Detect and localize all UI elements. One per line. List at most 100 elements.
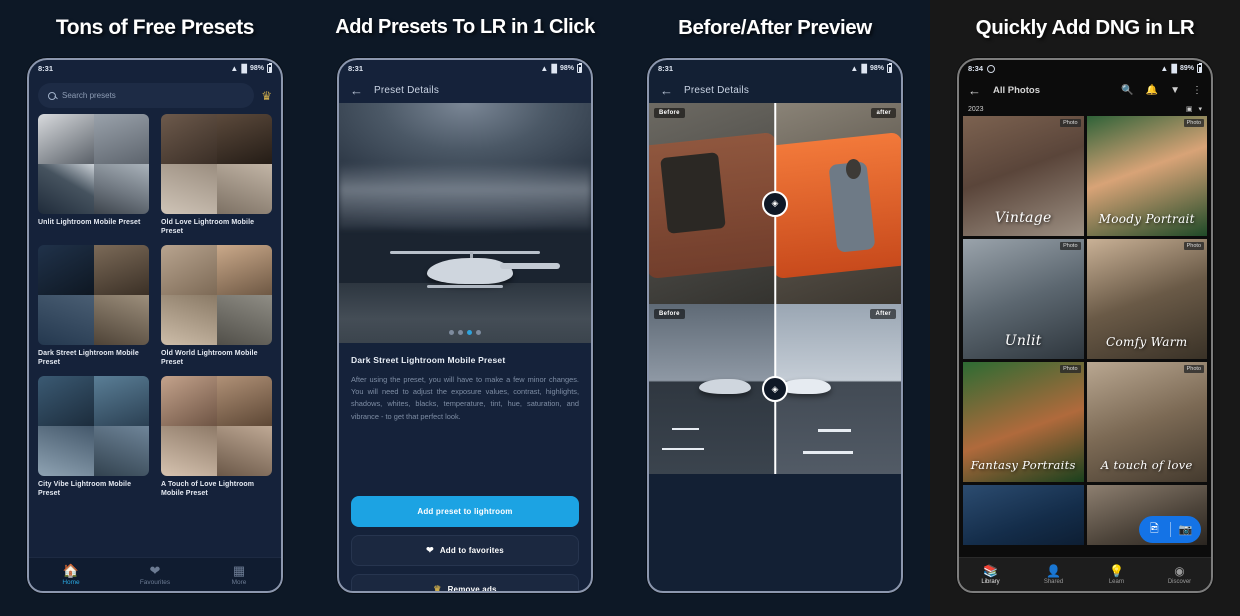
panel-add-presets-to-lr: Add Presets To LR in 1 Click 8:31 ▲ █ 98… [310, 0, 620, 616]
remove-ads-button[interactable]: ♛ Remove ads [351, 574, 579, 593]
photo-cell[interactable]: Photo Comfy Warm [1086, 239, 1207, 359]
tab-library[interactable]: 📚 Library [959, 563, 1022, 585]
wifi-icon: ▲ [230, 63, 239, 73]
app-bar-icons: 🔍 🔔 ▼ ⋮ [1121, 85, 1202, 96]
compare-handle-icon[interactable]: ◈ [762, 376, 788, 402]
carousel-dots[interactable] [449, 330, 481, 335]
button-label: Add preset to lightroom [417, 507, 513, 516]
preset-thumbnail [38, 375, 149, 476]
photo-cell[interactable]: Photo A touch of love [1086, 362, 1207, 482]
status-bar: 8:31 ▲ █ 98% [649, 60, 901, 77]
grid-icon: ▦ [232, 562, 246, 578]
tab-discover[interactable]: ◉ Discover [1148, 564, 1211, 585]
year-label: 2023 [968, 105, 984, 113]
add-photos-fab[interactable]: 🖻 📷 [1139, 516, 1201, 543]
preset-name: A Touch of Love Lightroom Mobile Preset [161, 480, 255, 498]
app-bar-title: All Photos [993, 84, 1040, 96]
signal-icon: █ [1171, 63, 1177, 73]
search-add-icon[interactable]: 🔍 [1121, 85, 1133, 96]
bottom-tab-bar: 🏠 Home ❤ Favourites ▦ More [29, 557, 281, 591]
app-bar: ← Preset Details [649, 77, 901, 103]
back-arrow-icon[interactable]: ← [350, 84, 363, 97]
wifi-icon: ▲ [850, 63, 859, 73]
photo-badge: Photo [1060, 242, 1081, 250]
preset-thumbnail [38, 114, 149, 214]
back-arrow-icon[interactable]: ← [968, 84, 981, 97]
panel-title: Add Presets To LR in 1 Click [335, 16, 595, 38]
preset-card[interactable]: City Vibe Lightroom Mobile Preset [38, 375, 149, 499]
compare-handle-icon[interactable]: ◈ [762, 190, 788, 217]
signal-icon: █ [861, 63, 867, 73]
add-to-favorites-button[interactable]: ❤ Add to favorites [351, 535, 579, 566]
preset-preview-image[interactable] [339, 103, 591, 343]
after-image: After [775, 304, 901, 474]
preset-name: Unlit Lightroom Mobile Preset [38, 219, 141, 226]
library-icon: 📚 [983, 563, 998, 578]
crown-icon[interactable]: ♛ [261, 90, 272, 102]
tab-label: Shared [1043, 578, 1064, 585]
status-icons: ▲ █ 89% [1160, 63, 1202, 73]
photo-cell[interactable]: Photo Moody Portrait [1086, 116, 1207, 236]
preset-grid: Unlit Lightroom Mobile Preset Old Love L… [29, 112, 281, 499]
year-row-icons: ▣ ▾ [1186, 105, 1202, 113]
preset-card[interactable]: Unlit Lightroom Mobile Preset [38, 114, 149, 237]
before-after-slider[interactable]: Before after ◈ [649, 103, 901, 304]
overflow-menu-icon[interactable]: ⋮ [1192, 85, 1202, 96]
chevron-down-icon[interactable]: ▾ [1198, 105, 1202, 113]
photo-cell[interactable]: Photo Unlit [963, 239, 1084, 359]
learn-icon: 💡 [1109, 563, 1124, 578]
preset-card[interactable]: Old World Lightroom Mobile Preset [161, 244, 272, 368]
tab-shared[interactable]: 👤 Shared [1022, 564, 1085, 585]
preset-name: Old Love Lightroom Mobile Preset [161, 219, 255, 236]
tab-label: Learn [1108, 578, 1125, 585]
button-label: Remove ads [447, 585, 497, 593]
panel-before-after-preview: Before/After Preview 8:31 ▲ █ 98% ← Pres… [620, 0, 930, 616]
panel-title: Tons of Free Presets [55, 16, 255, 39]
tab-more[interactable]: ▦ More [197, 562, 281, 586]
add-preset-to-lightroom-button[interactable]: Add preset to lightroom [351, 496, 579, 527]
tab-label: Discover [1167, 578, 1192, 585]
carousel-dot[interactable] [458, 330, 463, 335]
wifi-icon: ▲ [540, 63, 549, 73]
photo-cell[interactable]: Photo Fantasy Portraits [963, 362, 1084, 482]
battery-percent: 98% [559, 65, 574, 72]
tab-learn[interactable]: 💡 Learn [1085, 563, 1148, 585]
tab-favourites[interactable]: ❤ Favourites [113, 563, 197, 586]
preset-name: Old World Lightroom Mobile Preset [161, 349, 258, 367]
carousel-dot[interactable] [476, 330, 481, 335]
view-toggle-icon[interactable]: ▣ [1186, 105, 1193, 113]
camera-icon[interactable]: 📷 [1171, 523, 1202, 536]
photo-cell[interactable]: Photo Vintage [963, 116, 1084, 236]
panel-quickly-add-dng: Quickly Add DNG in LR 8:34 ▲ █ 89% ← All… [930, 0, 1240, 616]
button-label: Add to favorites [439, 546, 504, 555]
tab-home[interactable]: 🏠 Home [29, 563, 113, 586]
preset-card[interactable]: Dark Street Lightroom Mobile Preset [38, 244, 149, 368]
battery-icon [1197, 63, 1202, 73]
alarm-icon [987, 64, 996, 73]
screenshot-board: Tons of Free Presets 8:31 ▲ █ 98% Search… [0, 0, 1240, 616]
preset-name: Dark Street Lightroom Mobile Preset [38, 349, 139, 367]
preset-card[interactable]: A Touch of Love Lightroom Mobile Preset [161, 375, 272, 499]
bell-icon[interactable]: 🔔 [1146, 85, 1158, 96]
photo-cell[interactable] [963, 485, 1084, 545]
preset-thumbnail [161, 244, 272, 345]
preset-card[interactable]: Old Love Lightroom Mobile Preset [161, 114, 272, 237]
search-input[interactable]: Search presets [38, 83, 255, 108]
photo-badge: Photo [1060, 365, 1081, 373]
filter-icon[interactable]: ▼ [1170, 85, 1180, 96]
battery-percent: 98% [869, 65, 884, 72]
before-badge: Before [654, 108, 685, 118]
carousel-dot-active[interactable] [467, 330, 472, 335]
battery-icon [577, 63, 582, 73]
signal-icon: █ [551, 63, 557, 73]
carousel-dot[interactable] [449, 330, 454, 335]
status-icons: ▲ █ 98% [540, 63, 582, 73]
before-after-slider[interactable]: Before After ◈ [649, 304, 901, 474]
tab-label: Home [62, 578, 80, 586]
status-bar: 8:31 ▲ █ 98% [29, 60, 281, 77]
add-photos-icon[interactable]: 🖻 [1139, 520, 1170, 539]
search-placeholder: Search presets [62, 91, 116, 100]
signal-icon: █ [241, 63, 247, 73]
photo-caption: Unlit [1004, 333, 1042, 349]
back-arrow-icon[interactable]: ← [660, 84, 673, 97]
